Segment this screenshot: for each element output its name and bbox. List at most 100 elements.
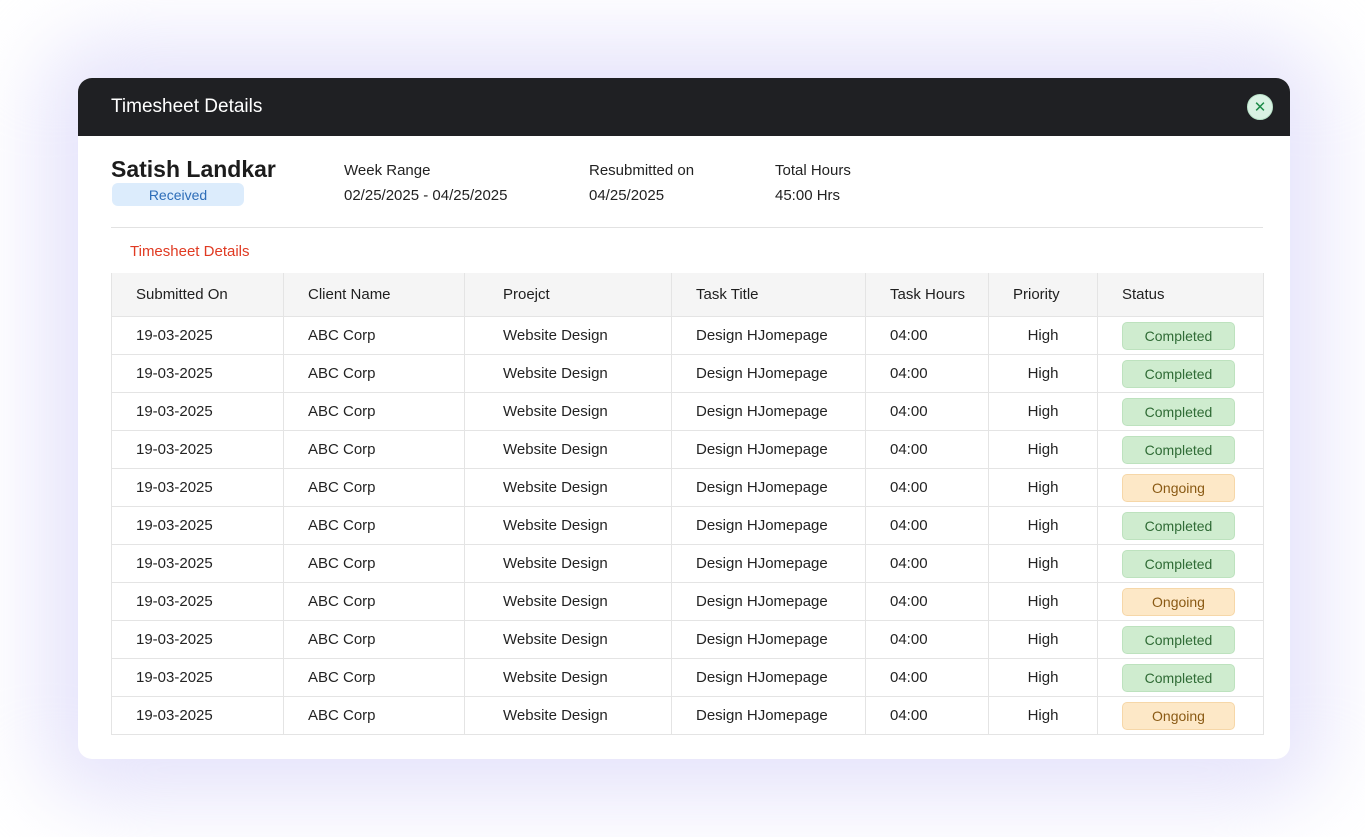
cell-priority: High bbox=[988, 658, 1098, 697]
cell-client-name: ABC Corp bbox=[283, 316, 465, 355]
cell-priority: High bbox=[988, 620, 1098, 659]
cell-submitted-on: 19-03-2025 bbox=[111, 354, 284, 393]
table-row[interactable]: 19-03-2025 ABC Corp Website Design Design H… bbox=[111, 354, 1264, 393]
cell-project: Website Design bbox=[464, 658, 672, 697]
cell-submitted-on: 19-03-2025 bbox=[111, 392, 284, 431]
status-badge: Ongoing bbox=[1122, 473, 1235, 502]
table-row[interactable]: 19-03-2025 ABC Corp Website Design Design H… bbox=[111, 430, 1264, 469]
status-badge: Ongoing bbox=[1122, 587, 1235, 616]
table-row[interactable]: 19-03-2025 ABC Corp Website Design Design H… bbox=[111, 620, 1264, 659]
cell-submitted-on: 19-03-2025 bbox=[111, 696, 284, 735]
cell-status: Ongoing bbox=[1097, 468, 1264, 507]
cell-submitted-on: 19-03-2025 bbox=[111, 620, 284, 659]
cell-client-name: ABC Corp bbox=[283, 392, 465, 431]
table-header-row: Submitted On Client Name Proejct Task Ti… bbox=[111, 273, 1264, 317]
status-badge: Ongoing bbox=[1122, 701, 1235, 730]
table-row[interactable]: 19-03-2025 ABC Corp Website Design Design H… bbox=[111, 658, 1264, 697]
cell-task-hours: 04:00 bbox=[865, 392, 989, 431]
resubmitted-label: Resubmitted on bbox=[589, 162, 695, 179]
week-range-value: 02/25/2025 - 04/25/2025 bbox=[344, 187, 508, 204]
cell-task-title: Design HJomepage bbox=[671, 468, 866, 507]
status-badge: Completed bbox=[1122, 435, 1235, 464]
cell-task-hours: 04:00 bbox=[865, 544, 989, 583]
cell-client-name: ABC Corp bbox=[283, 506, 465, 545]
cell-priority: High bbox=[988, 316, 1098, 355]
status-badge: Completed bbox=[1122, 511, 1235, 540]
cell-client-name: ABC Corp bbox=[283, 658, 465, 697]
table-row[interactable]: 19-03-2025 ABC Corp Website Design Design H… bbox=[111, 468, 1264, 507]
cell-project: Website Design bbox=[464, 696, 672, 735]
section-title[interactable]: Timesheet Details bbox=[130, 243, 250, 260]
employee-name: Satish Landkar bbox=[111, 156, 276, 182]
cell-task-hours: 04:00 bbox=[865, 468, 989, 507]
modal-title: Timesheet Details bbox=[111, 96, 263, 117]
cell-client-name: ABC Corp bbox=[283, 696, 465, 735]
cell-priority: High bbox=[988, 468, 1098, 507]
cell-priority: High bbox=[988, 506, 1098, 545]
cell-status: Completed bbox=[1097, 430, 1264, 469]
table-row[interactable]: 19-03-2025 ABC Corp Website Design Design H… bbox=[111, 392, 1264, 431]
cell-submitted-on: 19-03-2025 bbox=[111, 658, 284, 697]
cell-task-hours: 04:00 bbox=[865, 658, 989, 697]
cell-task-title: Design HJomepage bbox=[671, 354, 866, 393]
cell-task-hours: 04:00 bbox=[865, 430, 989, 469]
cell-submitted-on: 19-03-2025 bbox=[111, 506, 284, 545]
table-row[interactable]: 19-03-2025 ABC Corp Website Design Design H… bbox=[111, 316, 1264, 355]
cell-project: Website Design bbox=[464, 582, 672, 621]
cell-status: Completed bbox=[1097, 392, 1264, 431]
cell-project: Website Design bbox=[464, 544, 672, 583]
cell-client-name: ABC Corp bbox=[283, 620, 465, 659]
cell-priority: High bbox=[988, 696, 1098, 735]
table-row[interactable]: 19-03-2025 ABC Corp Website Design Design H… bbox=[111, 582, 1264, 621]
cell-status: Completed bbox=[1097, 316, 1264, 355]
cell-project: Website Design bbox=[464, 354, 672, 393]
status-badge: Completed bbox=[1122, 359, 1235, 388]
cell-project: Website Design bbox=[464, 392, 672, 431]
cell-status: Completed bbox=[1097, 658, 1264, 697]
cell-task-hours: 04:00 bbox=[865, 506, 989, 545]
cell-status: Completed bbox=[1097, 354, 1264, 393]
cell-project: Website Design bbox=[464, 620, 672, 659]
cell-priority: High bbox=[988, 430, 1098, 469]
cell-submitted-on: 19-03-2025 bbox=[111, 468, 284, 507]
column-header: Client Name bbox=[283, 273, 465, 317]
total-hours-value: 45:00 Hrs bbox=[775, 187, 841, 204]
cell-task-title: Design HJomepage bbox=[671, 620, 866, 659]
cell-project: Website Design bbox=[464, 430, 672, 469]
cell-task-hours: 04:00 bbox=[865, 696, 989, 735]
cell-status: Completed bbox=[1097, 506, 1264, 545]
cell-task-title: Design HJomepage bbox=[671, 392, 866, 431]
column-header: Task Title bbox=[671, 273, 866, 317]
cell-client-name: ABC Corp bbox=[283, 544, 465, 583]
cell-status: Ongoing bbox=[1097, 696, 1264, 735]
timesheet-modal: Timesheet Details ✕ Satish Landkar Recei… bbox=[78, 78, 1290, 759]
close-icon: ✕ bbox=[1253, 99, 1267, 116]
cell-client-name: ABC Corp bbox=[283, 582, 465, 621]
column-header: Task Hours bbox=[865, 273, 989, 317]
cell-submitted-on: 19-03-2025 bbox=[111, 544, 284, 583]
total-hours-label: Total Hours bbox=[775, 162, 851, 179]
cell-task-hours: 04:00 bbox=[865, 316, 989, 355]
cell-submitted-on: 19-03-2025 bbox=[111, 582, 284, 621]
cell-status: Completed bbox=[1097, 544, 1264, 583]
status-badge: Received bbox=[112, 183, 244, 206]
cell-task-title: Design HJomepage bbox=[671, 696, 866, 735]
cell-task-title: Design HJomepage bbox=[671, 582, 866, 621]
cell-project: Website Design bbox=[464, 468, 672, 507]
cell-client-name: ABC Corp bbox=[283, 354, 465, 393]
resubmitted-value: 04/25/2025 bbox=[589, 187, 665, 204]
modal-header: Timesheet Details ✕ bbox=[78, 78, 1290, 136]
cell-task-title: Design HJomepage bbox=[671, 658, 866, 697]
column-header: Status bbox=[1097, 273, 1264, 317]
table-row[interactable]: 19-03-2025 ABC Corp Website Design Design H… bbox=[111, 506, 1264, 545]
timesheet-table: Submitted On Client Name Proejct Task Ti… bbox=[111, 273, 1264, 735]
table-row[interactable]: 19-03-2025 ABC Corp Website Design Design H… bbox=[111, 544, 1264, 583]
status-badge: Completed bbox=[1122, 663, 1235, 692]
close-button[interactable]: ✕ bbox=[1247, 94, 1273, 120]
cell-task-title: Design HJomepage bbox=[671, 430, 866, 469]
cell-priority: High bbox=[988, 392, 1098, 431]
cell-task-hours: 04:00 bbox=[865, 582, 989, 621]
cell-priority: High bbox=[988, 544, 1098, 583]
table-row[interactable]: 19-03-2025 ABC Corp Website Design Design H… bbox=[111, 696, 1264, 735]
total-hours-block: Total Hours 45:00 Hrs bbox=[775, 162, 851, 204]
